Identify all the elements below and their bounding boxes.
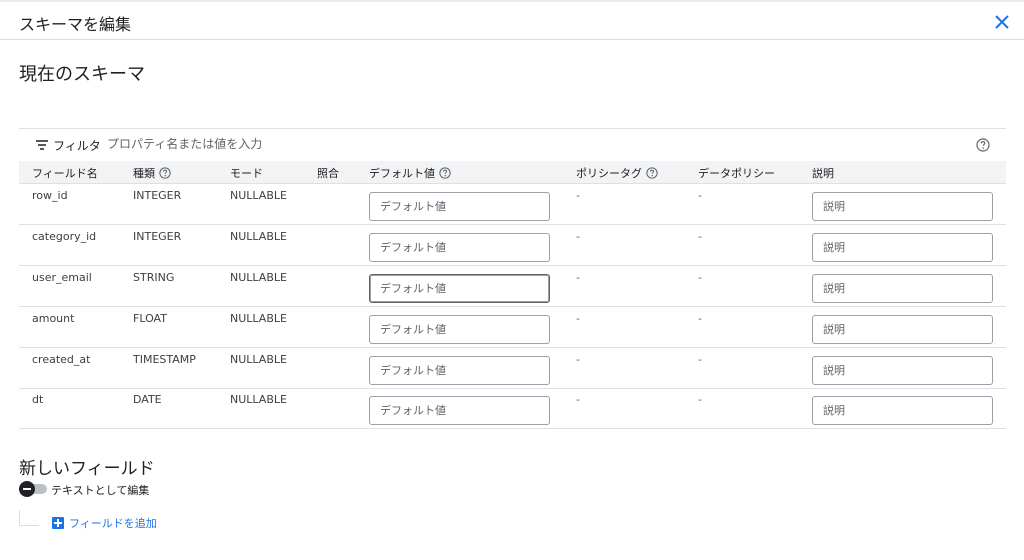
column-header-policy-tag: ポリシータグ [576,165,658,181]
field-mode: NULLABLE [230,393,287,406]
field-name: category_id [32,230,97,243]
policy-tag-value: - [576,393,580,406]
column-header-field-name: フィールド名 [32,167,98,180]
field-type: STRING [133,271,175,284]
table-row: created_at TIMESTAMP NULLABLE - - [19,348,1006,389]
schema-table-header: フィールド名 種類 モード 照合 デフォルト値 ポリシータグ データポリシー 説… [19,161,1006,184]
help-icon[interactable] [159,167,171,179]
dialog-header: スキーマを編集 [0,0,1024,40]
description-input[interactable] [812,192,993,221]
filter-bar: フィルタ [19,128,1006,161]
field-name: amount [32,312,75,325]
default-value-input[interactable] [369,396,550,425]
description-input[interactable] [812,396,993,425]
policy-tag-value: - [576,312,580,325]
field-type: INTEGER [133,189,182,202]
close-icon [995,15,1009,29]
default-value-input[interactable] [369,315,550,344]
field-type: TIMESTAMP [133,353,196,366]
field-mode: NULLABLE [230,271,287,284]
data-policy-value: - [698,353,702,366]
add-field-button[interactable]: フィールドを追加 [52,515,157,531]
field-type: FLOAT [133,312,167,325]
help-icon[interactable] [646,167,658,179]
field-name: created_at [32,353,91,366]
field-type: INTEGER [133,230,182,243]
filter-label[interactable]: フィルタ [53,137,101,154]
description-input[interactable] [812,356,993,385]
tree-connector [19,510,39,526]
policy-tag-value: - [576,189,580,202]
table-row: category_id INTEGER NULLABLE - - [19,225,1006,266]
default-value-input[interactable] [369,233,550,262]
table-row: amount FLOAT NULLABLE - - [19,307,1006,348]
field-name: dt [32,393,44,406]
description-input[interactable] [812,315,993,344]
help-icon[interactable] [976,138,990,152]
table-row: dt DATE NULLABLE - - [19,388,1006,429]
edit-as-text-label: テキストとして編集 [51,484,150,497]
column-header-mode: モード [230,167,263,180]
toggle-knob [19,481,35,497]
edit-as-text-toggle[interactable] [19,481,49,497]
data-policy-value: - [698,230,702,243]
help-icon[interactable] [439,167,451,179]
close-button[interactable] [990,10,1014,34]
filter-icon[interactable] [35,139,49,151]
policy-tag-value: - [576,230,580,243]
add-field-label: フィールドを追加 [69,517,157,530]
data-policy-value: - [698,271,702,284]
description-input[interactable] [812,274,993,303]
default-value-input[interactable] [369,192,550,221]
field-mode: NULLABLE [230,312,287,325]
filter-input[interactable] [107,137,407,151]
current-schema-title: 現在のスキーマ [19,64,145,85]
column-header-type: 種類 [133,165,171,181]
description-input[interactable] [812,233,993,262]
column-header-collation: 照合 [317,167,339,180]
field-mode: NULLABLE [230,230,287,243]
field-mode: NULLABLE [230,189,287,202]
field-name: user_email [32,271,92,284]
new-fields-title: 新しいフィールド [19,459,155,479]
table-row: row_id INTEGER NULLABLE - - [19,184,1006,225]
data-policy-value: - [698,312,702,325]
dialog-title: スキーマを編集 [19,15,132,34]
default-value-input[interactable] [369,356,550,385]
column-header-description: 説明 [812,167,834,180]
field-type: DATE [133,393,162,406]
add-box-icon [52,517,64,529]
policy-tag-value: - [576,271,580,284]
table-row: user_email STRING NULLABLE - - [19,266,1006,307]
data-policy-value: - [698,189,702,202]
data-policy-value: - [698,393,702,406]
default-value-input[interactable] [369,274,550,303]
field-name: row_id [32,189,68,202]
field-mode: NULLABLE [230,353,287,366]
column-header-data-policy: データポリシー [698,167,775,180]
policy-tag-value: - [576,353,580,366]
column-header-default-value: デフォルト値 [369,165,451,181]
